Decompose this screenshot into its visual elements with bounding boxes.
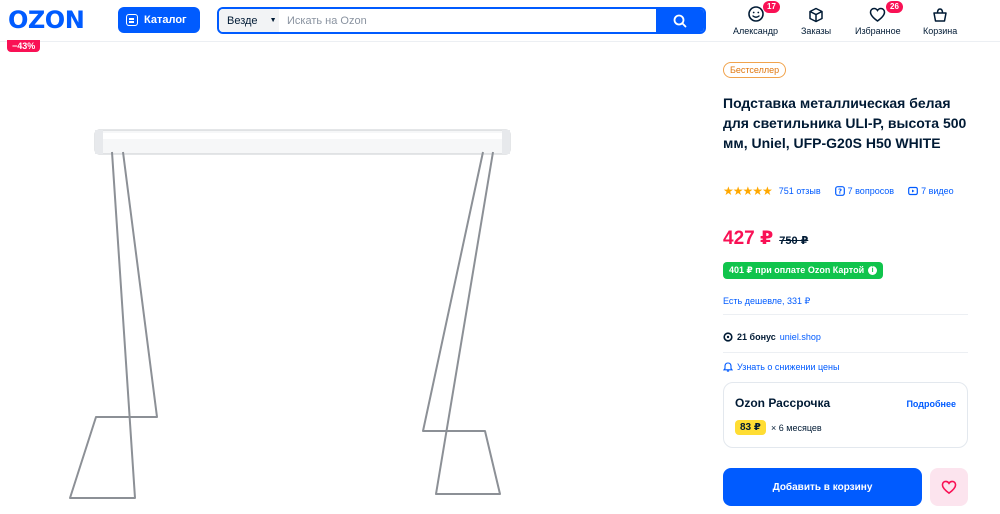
discount-badge: −43% xyxy=(7,40,41,52)
bonus-amount: 21 бонус xyxy=(737,332,776,342)
old-price: 750 ₽ xyxy=(779,235,809,247)
questions-link[interactable]: ? 7 вопросов xyxy=(834,186,895,196)
svg-text:?: ? xyxy=(838,188,842,196)
nav-cart[interactable]: Корзина xyxy=(923,5,957,36)
installment-months: × 6 месяцев xyxy=(771,423,822,433)
installment-card[interactable]: Ozon Рассрочка Подробнее 83 ₽ × 6 месяце… xyxy=(723,382,968,448)
search-icon xyxy=(673,14,687,27)
add-to-favorites-button[interactable] xyxy=(930,468,968,506)
price-drop-notify-label: Узнать о снижении цены xyxy=(737,362,840,372)
nav-favorites[interactable]: 26 Избранное xyxy=(855,1,903,36)
heart-icon xyxy=(941,480,957,494)
box-icon xyxy=(809,7,823,23)
ozon-card-price-label: 401 ₽ при оплате Ozon Картой xyxy=(729,265,865,275)
catalog-icon xyxy=(126,14,138,26)
video-icon xyxy=(908,186,918,196)
nav-profile[interactable]: 17 Александр xyxy=(733,1,780,36)
catalog-button[interactable]: Каталог xyxy=(118,7,200,33)
search-scope-label: Везде xyxy=(227,14,258,27)
installment-amount: 83 ₽ xyxy=(735,420,766,435)
bonus-row: 21 бонус uniel.shop xyxy=(723,332,821,342)
bell-icon xyxy=(723,362,733,372)
product-info: Бестселлер Подставка металлическая белая… xyxy=(723,60,968,506)
installment-title: Ozon Рассрочка xyxy=(735,396,831,410)
profile-badge: 17 xyxy=(763,1,780,13)
reviews-link[interactable]: 751 отзыв xyxy=(779,186,821,196)
nav-cart-label: Корзина xyxy=(923,26,958,36)
divider xyxy=(723,352,968,353)
videos-label: 7 видео xyxy=(921,186,954,196)
bonus-icon xyxy=(723,332,733,342)
divider xyxy=(723,314,968,315)
cheaper-link[interactable]: Есть дешевле, 331 ₽ xyxy=(723,296,810,307)
ozon-logo[interactable]: OZON xyxy=(8,6,85,34)
favorites-badge: 26 xyxy=(886,1,903,13)
info-icon[interactable]: i xyxy=(868,266,878,275)
add-to-cart-button[interactable]: Добавить в корзину xyxy=(723,468,922,506)
question-icon: ? xyxy=(834,186,845,196)
nav-orders[interactable]: Заказы xyxy=(801,5,831,36)
questions-label: 7 вопросов xyxy=(847,186,895,196)
search-input[interactable] xyxy=(279,9,656,32)
nav-profile-label: Александр xyxy=(733,26,779,36)
search-scope-select[interactable]: Везде ▼ xyxy=(219,9,279,32)
cart-icon xyxy=(933,8,947,22)
rating-stars[interactable]: ★★★★★ xyxy=(723,184,773,198)
videos-link[interactable]: 7 видео xyxy=(908,186,954,196)
price-block: 427 ₽ 750 ₽ xyxy=(723,227,808,250)
search-button[interactable] xyxy=(656,9,704,32)
catalog-label: Каталог xyxy=(144,14,187,26)
chevron-down-icon: ▼ xyxy=(269,17,277,24)
search-bar: Везде ▼ xyxy=(217,7,706,34)
product-meta: ★★★★★ 751 отзыв ? 7 вопросов 7 видео xyxy=(723,184,954,198)
product-title: Подставка металлическая белая для светил… xyxy=(723,95,967,151)
current-price: 427 ₽ xyxy=(723,228,774,249)
seller-link[interactable]: uniel.shop xyxy=(780,332,821,342)
installment-more-link[interactable]: Подробнее xyxy=(906,399,956,409)
nav-orders-label: Заказы xyxy=(801,26,832,36)
price-drop-notify-link[interactable]: Узнать о снижении цены xyxy=(723,362,839,372)
ozon-card-price[interactable]: 401 ₽ при оплате Ozon Картой i xyxy=(723,262,884,279)
heart-icon xyxy=(870,7,886,22)
header: OZON Каталог Везде ▼ 17 Александр xyxy=(0,0,1000,42)
bestseller-badge: Бестселлер xyxy=(723,62,787,78)
profile-icon xyxy=(747,6,764,22)
product-image[interactable] xyxy=(60,110,580,510)
nav-favorites-label: Избранное xyxy=(855,26,901,36)
